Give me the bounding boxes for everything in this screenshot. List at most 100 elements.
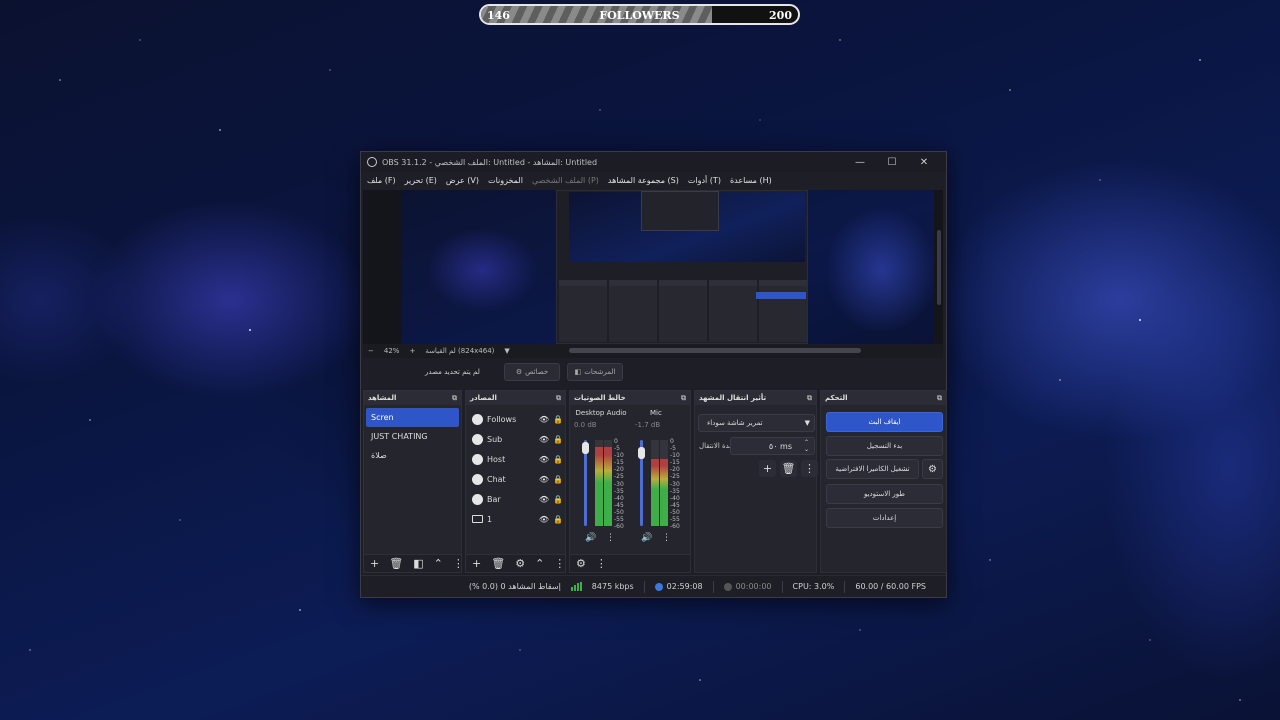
add-icon[interactable]: + bbox=[759, 460, 776, 477]
lock-icon[interactable]: 🔒 bbox=[551, 495, 565, 504]
zoom-in-button[interactable]: + bbox=[409, 347, 415, 355]
studio-mode-button[interactable]: طور الاستوديو bbox=[826, 484, 943, 504]
lock-icon[interactable]: 🔒 bbox=[551, 435, 565, 444]
speaker-icon[interactable]: 🔊 bbox=[585, 533, 596, 543]
lock-icon[interactable]: 🔒 bbox=[551, 415, 565, 424]
preview-vertical-scrollbar[interactable] bbox=[937, 230, 941, 305]
source-item[interactable]: Sub 👁 🔒 bbox=[466, 429, 565, 449]
gear-icon[interactable]: ⚙ bbox=[515, 557, 525, 570]
signal-strength-icon bbox=[570, 582, 582, 591]
sources-toolbar: + 🗑 ⚙ ⌃ ⋮ bbox=[466, 554, 565, 572]
dropped-frames: إسقاط المشاهد 0 (0.0 %) bbox=[468, 582, 561, 591]
menu-edit[interactable]: تحرير (E) bbox=[405, 176, 437, 185]
more-icon[interactable]: ⋮ bbox=[606, 533, 615, 543]
trash-icon[interactable]: 🗑 bbox=[491, 557, 505, 570]
volume-slider-knob[interactable] bbox=[582, 442, 589, 454]
eye-icon[interactable]: 👁 bbox=[537, 415, 551, 424]
undock-icon[interactable]: ⧉ bbox=[681, 394, 686, 403]
speaker-icon[interactable]: 🔊 bbox=[641, 533, 652, 543]
transition-buttons: + 🗑 ⋮ bbox=[759, 460, 818, 477]
scenes-title: المشاهد bbox=[368, 394, 397, 402]
filters-button[interactable]: ◧ المرشحات bbox=[567, 363, 623, 381]
bitrate: 8475 kbps bbox=[591, 582, 634, 591]
filter-icon: ◧ bbox=[574, 368, 582, 376]
volume-meter bbox=[660, 440, 668, 526]
menu-scene-collection[interactable]: مجموعة المشاهد (S) bbox=[608, 176, 679, 185]
menu-bar: ملف (F) تحرير (E) عرض (V) المخزونات المل… bbox=[361, 172, 946, 188]
minimize-button[interactable]: — bbox=[844, 157, 876, 168]
source-item[interactable]: Host 👁 🔒 bbox=[466, 449, 565, 469]
chevron-up-icon[interactable]: ⌃ bbox=[535, 557, 544, 570]
menu-view[interactable]: عرض (V) bbox=[446, 176, 479, 185]
properties-button[interactable]: ⚙ خصائص bbox=[504, 363, 560, 381]
more-icon[interactable]: ⋮ bbox=[662, 533, 671, 543]
advanced-audio-icon[interactable]: ⚙ bbox=[576, 557, 586, 570]
settings-button[interactable]: إعدادات bbox=[826, 508, 943, 528]
virtual-camera-settings-gear-icon[interactable]: ⚙ bbox=[922, 459, 943, 479]
lock-icon[interactable]: 🔒 bbox=[551, 475, 565, 484]
duration-value: ٥٠ ms bbox=[768, 441, 792, 451]
undock-icon[interactable]: ⧉ bbox=[556, 394, 561, 403]
eye-icon[interactable]: 👁 bbox=[537, 455, 551, 464]
undock-icon[interactable]: ⧉ bbox=[937, 394, 942, 403]
status-bar: إسقاط المشاهد 0 (0.0 %) 8475 kbps 02:59:… bbox=[361, 575, 946, 597]
menu-docks[interactable]: المخزونات bbox=[488, 176, 523, 185]
sources-dock-header: المصادر ⧉ bbox=[466, 391, 565, 405]
trash-icon[interactable]: 🗑 bbox=[389, 557, 403, 570]
more-icon[interactable]: ⋮ bbox=[554, 557, 565, 570]
menu-tools[interactable]: أدوات (T) bbox=[688, 176, 721, 185]
menu-help[interactable]: مساعدة (H) bbox=[730, 176, 772, 185]
filters-label: المرشحات bbox=[584, 368, 616, 376]
eye-icon[interactable]: 👁 bbox=[537, 435, 551, 444]
window-title: OBS 31.1.2 - الملف الشخصي: Untitled - ال… bbox=[382, 157, 598, 167]
transitions-dock-header: تأثير انتقال المشهد ⧉ bbox=[695, 391, 816, 405]
close-button[interactable]: ✕ bbox=[908, 157, 940, 168]
add-icon[interactable]: + bbox=[370, 557, 379, 570]
trash-icon[interactable]: 🗑 bbox=[780, 460, 797, 477]
title-bar[interactable]: OBS 31.1.2 - الملف الشخصي: Untitled - ال… bbox=[361, 152, 946, 172]
controls-dock: التحكم ⧉ ايقاف البث بدء التسجيل تشغيل ال… bbox=[820, 390, 947, 573]
chevron-down-icon: ▼ bbox=[804, 419, 810, 427]
filter-icon[interactable]: ◧ bbox=[413, 557, 423, 570]
more-icon[interactable]: ⋮ bbox=[801, 460, 818, 477]
source-item[interactable]: Chat 👁 🔒 bbox=[466, 469, 565, 489]
preview-canvas[interactable] bbox=[363, 190, 943, 344]
transition-select[interactable]: تمرير شاشة سوداء ▼ bbox=[698, 414, 815, 432]
eye-icon[interactable]: 👁 bbox=[537, 495, 551, 504]
zoom-dropdown-icon[interactable]: ▼ bbox=[504, 347, 509, 355]
more-icon[interactable]: ⋮ bbox=[596, 557, 607, 570]
scene-item[interactable]: صلاة bbox=[366, 446, 459, 465]
duration-input[interactable]: ٥٠ ms ⌃ ⌄ bbox=[730, 437, 815, 455]
maximize-button[interactable]: ☐ bbox=[876, 157, 908, 168]
spinner-arrows-icon[interactable]: ⌃ ⌄ bbox=[804, 439, 809, 453]
zoom-out-button[interactable]: − bbox=[368, 347, 374, 355]
mixer-dock-header: خالط الصوتيات ⧉ bbox=[570, 391, 690, 405]
source-item[interactable]: 1 👁 🔒 bbox=[466, 509, 565, 529]
undock-icon[interactable]: ⧉ bbox=[452, 394, 457, 403]
stop-streaming-button[interactable]: ايقاف البث bbox=[826, 412, 943, 432]
scene-item[interactable]: Scren bbox=[366, 408, 459, 427]
preview-horizontal-scrollbar[interactable] bbox=[569, 348, 861, 353]
start-virtual-camera-button[interactable]: تشغيل الكاميرا الافتراضية bbox=[826, 459, 919, 479]
stream-status: 02:59:08 bbox=[654, 582, 703, 591]
followers-goal-bar: 146 FOLLOWERS 200 bbox=[479, 4, 800, 25]
add-icon[interactable]: + bbox=[472, 557, 481, 570]
menu-file[interactable]: ملف (F) bbox=[367, 176, 396, 185]
lock-icon[interactable]: 🔒 bbox=[551, 455, 565, 464]
chevron-up-icon[interactable]: ⌃ bbox=[434, 557, 443, 570]
scene-item[interactable]: JUST CHATING bbox=[366, 427, 459, 446]
source-item[interactable]: Follows 👁 🔒 bbox=[466, 409, 565, 429]
start-recording-button[interactable]: بدء التسجيل bbox=[826, 436, 943, 456]
undock-icon[interactable]: ⧉ bbox=[807, 394, 812, 403]
sources-title: المصادر bbox=[470, 394, 497, 402]
menu-profile[interactable]: الملف الشخصي (P) bbox=[532, 176, 599, 185]
source-item[interactable]: Bar 👁 🔒 bbox=[466, 489, 565, 509]
sources-dock: المصادر ⧉ Follows 👁 🔒 Sub 👁 🔒 Host 👁 🔒 Chat 👁 🔒 … bbox=[465, 390, 566, 573]
more-icon[interactable]: ⋮ bbox=[453, 557, 464, 570]
channel-db: 0.0 dB bbox=[574, 421, 597, 429]
eye-icon[interactable]: 👁 bbox=[537, 475, 551, 484]
eye-icon[interactable]: 👁 bbox=[537, 515, 551, 524]
lock-icon[interactable]: 🔒 bbox=[551, 515, 565, 524]
channel-db: -1.7 dB bbox=[635, 421, 661, 429]
volume-slider-knob[interactable] bbox=[638, 447, 645, 459]
